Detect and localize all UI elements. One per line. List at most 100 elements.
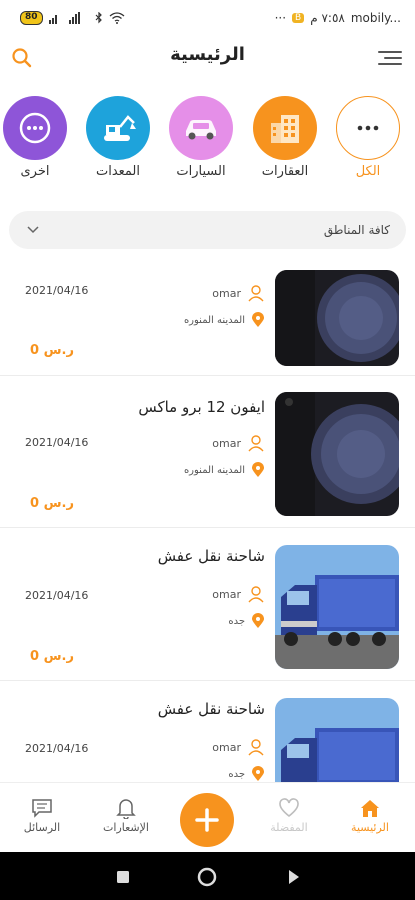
category-label: اخرى	[20, 164, 50, 179]
category-all[interactable]: الكل	[335, 96, 401, 179]
status-right: ··· B ٧:٥٨ م mobily...	[275, 11, 401, 25]
phone-image	[275, 270, 399, 366]
category-equipment[interactable]: المعدات	[85, 96, 151, 179]
listing-date: 2021/04/16	[25, 742, 89, 755]
listing-user: omar	[212, 738, 265, 756]
list-item[interactable]: شاحنة نقل عفش omar جده 2021/04/16	[0, 682, 415, 782]
user-icon	[248, 586, 264, 603]
listing-location-text: جده	[228, 615, 245, 627]
list-item[interactable]: شاحنة نقل عفش omar جده 2021/04/16 0 ر.س	[0, 529, 415, 681]
battery-indicator: 80	[20, 11, 43, 25]
nav-notifications-label: الإشعارات	[103, 821, 149, 834]
category-circle	[86, 96, 150, 160]
truck-image	[275, 698, 399, 782]
square-icon	[117, 871, 129, 883]
message-icon	[32, 799, 52, 818]
status-bar: 80 ··· B ٧:٥٨ م mobily...	[0, 0, 415, 36]
listing-price: 0 ر.س	[30, 649, 74, 664]
list-item[interactable]: ايفون 12 برو ماكس omar المدينه المنوره 2…	[0, 376, 415, 528]
truck-image	[275, 545, 399, 669]
home-icon	[361, 800, 379, 817]
plus-icon	[195, 808, 219, 832]
heart-icon	[279, 798, 299, 818]
category-cars[interactable]: السيارات	[168, 96, 234, 179]
status-left: 80	[20, 11, 125, 25]
listing-date: 2021/04/16	[25, 436, 89, 449]
listing-thumbnail	[275, 698, 399, 782]
category-circle	[3, 96, 67, 160]
nav-notifications[interactable]: الإشعارات	[91, 795, 161, 834]
signal-icon	[48, 12, 80, 24]
menu-button[interactable]	[377, 46, 403, 70]
location-pin-icon	[252, 766, 264, 781]
bottom-nav: الرئيسية المفضلة الإشعارات الرسائل	[0, 782, 415, 852]
category-real-estate[interactable]: العقارات	[252, 96, 318, 179]
category-circle	[336, 96, 400, 160]
listing-user: omar	[212, 434, 265, 452]
listing-location: المدينه المنوره	[184, 462, 265, 478]
nav-messages-label: الرسائل	[23, 821, 61, 834]
recent-apps-button[interactable]	[112, 866, 134, 888]
user-icon	[248, 435, 264, 452]
list-item[interactable]: omar المدينه المنوره 2021/04/16 0 ر.س	[0, 262, 415, 376]
nav-home-label: الرئيسية	[351, 821, 389, 834]
more-dots-icon	[357, 125, 379, 131]
app-header: الرئيسية	[0, 36, 415, 80]
building-icon	[271, 115, 299, 143]
hamburger-menu-icon	[378, 51, 402, 65]
listing-location-text: المدينه المنوره	[183, 464, 245, 476]
listing-list: omar المدينه المنوره 2021/04/16 0 ر.س اي…	[0, 262, 415, 782]
category-circle	[169, 96, 233, 160]
nav-messages[interactable]: الرسائل	[7, 795, 77, 834]
listing-username: omar	[212, 436, 241, 450]
nav-favorites-label: المفضلة	[270, 821, 308, 834]
category-label: المعدات	[95, 164, 141, 179]
user-icon	[248, 285, 264, 302]
category-label: الكل	[355, 164, 381, 179]
more-dots-icon	[19, 112, 51, 144]
status-time: ٧:٥٨ م	[310, 11, 345, 25]
category-circle	[253, 96, 317, 160]
add-listing-button[interactable]	[180, 793, 234, 847]
listing-username: omar	[212, 286, 241, 300]
listing-thumbnail	[275, 392, 399, 516]
listing-username: omar	[212, 587, 241, 601]
category-label: السيارات	[176, 164, 226, 179]
bell-icon	[116, 799, 136, 819]
listing-location-text: المدينه المنوره	[183, 314, 245, 326]
listing-title: شاحنة نقل عفش	[157, 547, 265, 565]
listing-thumbnail	[275, 270, 399, 366]
location-pin-icon	[252, 613, 264, 628]
category-label: العقارات	[261, 164, 309, 179]
nav-favorites[interactable]: المفضلة	[254, 795, 324, 834]
nav-home[interactable]: الرئيسية	[335, 795, 405, 834]
listing-user: omar	[212, 284, 265, 302]
listing-date: 2021/04/16	[25, 284, 89, 297]
listing-location: جده	[228, 613, 265, 629]
user-icon	[248, 739, 264, 756]
carrier-name: mobily...	[350, 11, 401, 25]
category-strip: الكل العقارات السيارات المعدات اخرى	[0, 96, 415, 186]
triangle-back-icon	[289, 870, 299, 884]
page-title: الرئيسية	[170, 44, 245, 65]
category-other[interactable]: اخرى	[2, 96, 68, 179]
listing-location: جده	[228, 766, 265, 782]
listing-title: شاحنة نقل عفش	[157, 700, 265, 718]
region-select-label: كافة المناطق	[323, 223, 390, 237]
chevron-down-icon	[27, 226, 39, 234]
circle-icon	[197, 867, 217, 887]
location-pin-icon	[252, 462, 264, 477]
listing-user: omar	[212, 585, 265, 603]
phone-image	[275, 392, 399, 516]
home-system-button[interactable]	[196, 866, 218, 888]
back-button[interactable]	[282, 866, 304, 888]
listing-date: 2021/04/16	[25, 589, 89, 602]
listing-username: omar	[212, 740, 241, 754]
listing-price: 0 ر.س	[30, 496, 74, 511]
region-select[interactable]: كافة المناطق	[9, 211, 406, 249]
bluetooth-icon	[95, 12, 102, 24]
listing-price: 0 ر.س	[30, 343, 74, 358]
listing-location-text: جده	[228, 768, 245, 780]
listing-location: المدينه المنوره	[184, 312, 265, 328]
excavator-icon	[104, 115, 136, 141]
